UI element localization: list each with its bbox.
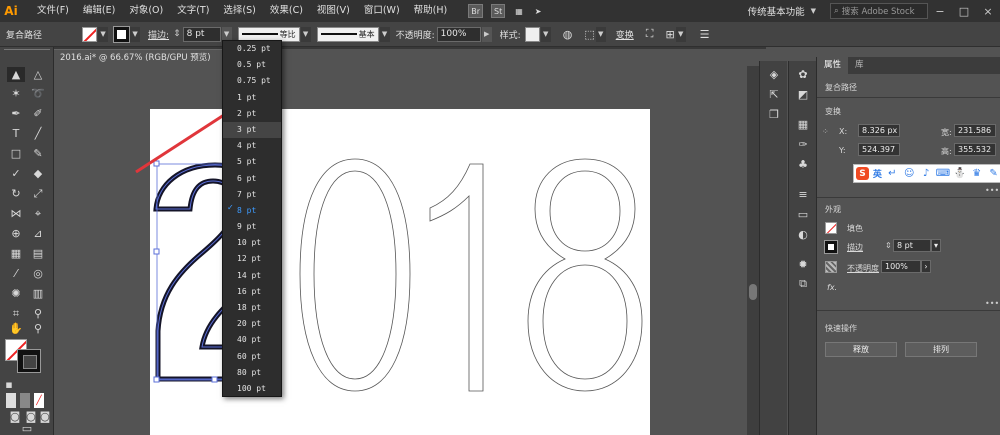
stroke-weight-option[interactable]: 80 pt bbox=[223, 365, 281, 381]
stroke-weight-option[interactable]: 100 pt bbox=[223, 381, 281, 397]
graphic-styles-icon[interactable]: ⧉ bbox=[795, 277, 811, 291]
panel-tabs: 属性 库 bbox=[817, 57, 1000, 74]
tab-properties[interactable]: 属性 bbox=[817, 57, 849, 74]
divider bbox=[817, 197, 1000, 198]
stroke-weight-option[interactable]: 5 pt bbox=[223, 154, 281, 170]
height-label: 高: bbox=[941, 147, 952, 156]
gradient-panel-icon[interactable]: ▭ bbox=[795, 207, 811, 221]
y-field[interactable]: 524.397 bbox=[858, 143, 900, 156]
layers-icon[interactable]: ◈ bbox=[766, 67, 782, 81]
swatches-icon[interactable]: ▦ bbox=[795, 117, 811, 131]
stroke-weight-option[interactable]: 16 pt bbox=[223, 284, 281, 300]
ime-shirt-icon[interactable]: ♛ bbox=[970, 167, 983, 180]
checkmark-icon: ✓ bbox=[227, 203, 234, 212]
stroke-weight-option[interactable]: 3 pt bbox=[223, 121, 281, 139]
appearance-title: 外观 bbox=[825, 205, 841, 214]
brushes-icon[interactable]: ✑ bbox=[795, 137, 811, 151]
stroke-weight-option[interactable]: 12 pt bbox=[223, 251, 281, 267]
width-field[interactable]: 231.586 bbox=[954, 124, 996, 137]
stroke-weight-option[interactable]: 0.25 pt bbox=[223, 41, 281, 57]
stroke-label-panel[interactable]: 描边 bbox=[847, 242, 863, 253]
stroke-weight-dropdown-panel[interactable]: ▾ bbox=[931, 239, 941, 252]
ime-toolbar: S 英 ↵ ☺ ♪ ⌨ ⛄ ♛ ✎ bbox=[853, 164, 1000, 183]
release-button[interactable]: 释放 bbox=[825, 342, 897, 357]
none-slash bbox=[826, 223, 836, 233]
ime-punctuation-icon[interactable]: ↵ bbox=[886, 167, 899, 180]
appearance-more-icon[interactable]: ••• bbox=[985, 299, 999, 308]
object-type-label: 复合路径 bbox=[825, 83, 857, 92]
stroke-weight-option[interactable]: 10 pt bbox=[223, 235, 281, 251]
stroke-weight-option[interactable]: 2 pt bbox=[223, 106, 281, 122]
opacity-icon bbox=[825, 261, 837, 273]
color-icon[interactable]: ✿ bbox=[795, 67, 811, 81]
tab-libraries[interactable]: 库 bbox=[848, 57, 871, 74]
stroke-weight-option[interactable]: 18 pt bbox=[223, 300, 281, 316]
x-label: X: bbox=[839, 127, 848, 136]
stroke-weight-option[interactable]: 1 pt bbox=[223, 90, 281, 106]
transform-title: 变换 bbox=[825, 107, 841, 116]
stroke-weight-option[interactable]: 0.5 pt bbox=[223, 57, 281, 73]
y-label: Y: bbox=[839, 146, 846, 155]
stroke-weight-field-panel[interactable]: 8 pt bbox=[893, 239, 931, 252]
stroke-weight-menu: 0.25 pt 0.5 pt 0.75 pt 1 pt 2 pt 3 pt 4 pt 5 pt… bbox=[222, 40, 282, 397]
stroke-weight-option[interactable]: 20 pt bbox=[223, 316, 281, 332]
ime-keyboard-icon[interactable]: ⌨ bbox=[936, 167, 950, 180]
quick-actions-title: 快速操作 bbox=[825, 324, 857, 333]
more-options-icon[interactable]: ••• bbox=[985, 186, 999, 195]
appearance-icon[interactable]: ✹ bbox=[795, 257, 811, 271]
ime-skin-icon[interactable]: ⛄ bbox=[953, 167, 966, 180]
stroke-weight-option[interactable]: 9 pt bbox=[223, 219, 281, 235]
symbols-icon[interactable]: ♣ bbox=[795, 157, 811, 171]
reference-point-icon[interactable]: ⁘ bbox=[822, 127, 829, 136]
width-label: 宽: bbox=[941, 128, 952, 137]
stroke-stepper-panel[interactable]: ⇕ bbox=[885, 241, 892, 250]
panel-dock-1: ◈ ⇱ ❐ bbox=[759, 61, 787, 435]
properties-panel: 属性 库 复合路径 变换 X: 8.326 px 宽: 231.586 Y: 5… bbox=[816, 57, 1000, 435]
fill-swatch-panel[interactable] bbox=[825, 222, 837, 234]
stroke-weight-option[interactable]: 6 pt bbox=[223, 171, 281, 187]
ime-mode[interactable]: 英 bbox=[873, 167, 882, 180]
opacity-field-panel[interactable]: 100% bbox=[881, 260, 921, 273]
ime-settings-icon[interactable]: ✎ bbox=[987, 167, 1000, 180]
artboards-icon[interactable]: ❐ bbox=[766, 107, 782, 121]
color-guide-icon[interactable]: ◩ bbox=[795, 87, 811, 101]
arrange-button[interactable]: 排列 bbox=[905, 342, 977, 357]
panel-dock-2: ✿ ◩ ▦ ✑ ♣ ≡ ▭ ◐ ✹ ⧉ bbox=[788, 61, 816, 435]
stroke-weight-option[interactable]: 14 pt bbox=[223, 268, 281, 284]
stroke-weight-option[interactable]: 40 pt bbox=[223, 332, 281, 348]
ime-emoji-icon[interactable]: ☺ bbox=[903, 167, 916, 180]
divider bbox=[817, 310, 1000, 311]
stroke-panel-icon[interactable]: ≡ bbox=[795, 187, 811, 201]
opacity-dropdown-panel[interactable]: › bbox=[921, 260, 931, 273]
opacity-label-panel[interactable]: 不透明度 bbox=[847, 263, 879, 274]
fx-button[interactable]: fx. bbox=[827, 283, 837, 292]
transparency-icon[interactable]: ◐ bbox=[795, 227, 811, 241]
x-field[interactable]: 8.326 px bbox=[858, 124, 900, 137]
stroke-weight-option[interactable]: 7 pt bbox=[223, 187, 281, 203]
stroke-weight-option[interactable]: 0.75 pt bbox=[223, 73, 281, 89]
ime-voice-icon[interactable]: ♪ bbox=[920, 167, 933, 180]
stroke-weight-option[interactable]: 4 pt bbox=[223, 138, 281, 154]
ime-logo-icon[interactable]: S bbox=[856, 167, 869, 180]
fill-label: 填色 bbox=[847, 224, 863, 233]
divider bbox=[817, 97, 1000, 98]
stroke-weight-option[interactable]: 60 pt bbox=[223, 349, 281, 365]
height-field[interactable]: 355.532 bbox=[954, 143, 996, 156]
export-icon[interactable]: ⇱ bbox=[766, 87, 782, 101]
stroke-swatch-panel[interactable] bbox=[824, 240, 838, 254]
